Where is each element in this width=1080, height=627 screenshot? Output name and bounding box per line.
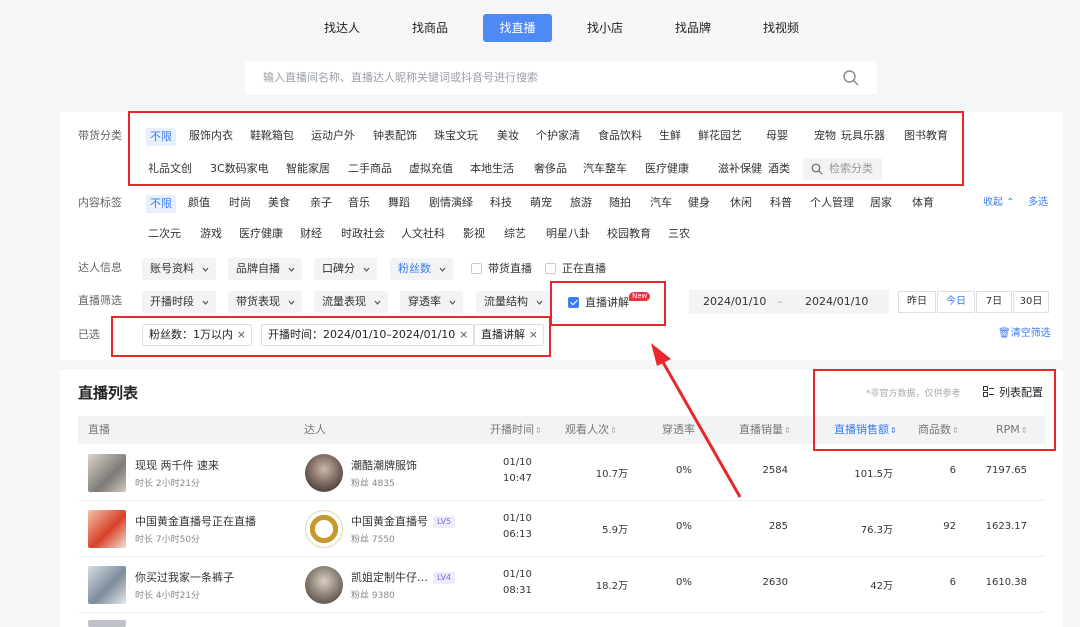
annotation-arrow <box>651 343 742 498</box>
